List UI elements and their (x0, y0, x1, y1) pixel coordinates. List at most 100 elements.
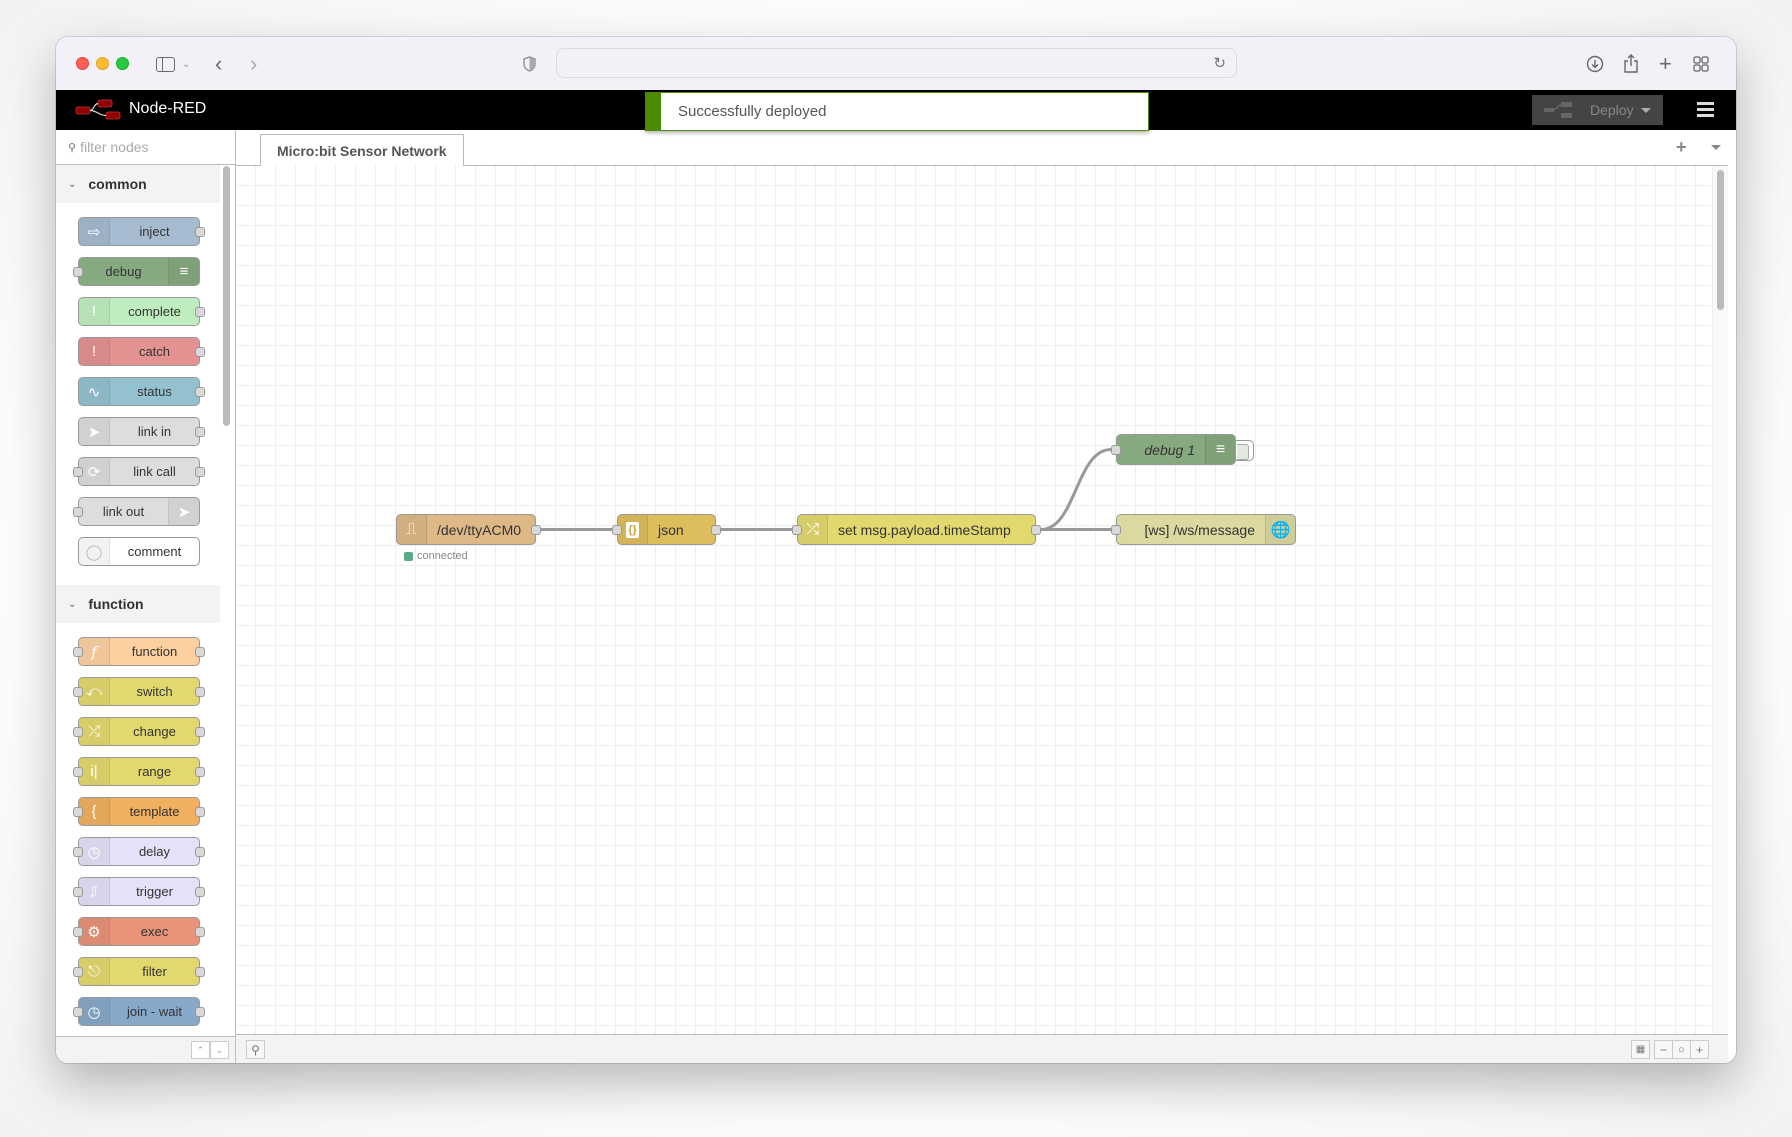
zoom-out-icon[interactable]: − (1654, 1040, 1673, 1059)
zoom-in-icon[interactable]: + (1690, 1040, 1709, 1059)
output-port (195, 347, 205, 357)
main-menu-icon[interactable] (1697, 102, 1714, 120)
palette-node-range[interactable]: i| range (73, 757, 205, 786)
input-port[interactable] (1111, 525, 1121, 535)
deploy-icon (1544, 102, 1572, 118)
collapse-all-icon[interactable]: ⌃ (191, 1041, 210, 1059)
output-port (195, 387, 205, 397)
chevron-down-icon[interactable]: ⌄ (182, 51, 190, 77)
browser-window: ⌄ ‹ › ↻ + Node-RED Deploy Successfully d… (56, 37, 1736, 1063)
list-icon: ≡ (168, 258, 199, 285)
input-port[interactable] (612, 525, 622, 535)
category-label: function (88, 596, 144, 612)
input-port[interactable] (792, 525, 802, 535)
navigator-map-icon[interactable]: ▦ (1631, 1040, 1650, 1059)
reload-icon[interactable]: ↻ (1213, 54, 1226, 72)
palette-node-change[interactable]: ⤮ change (73, 717, 205, 746)
share-icon[interactable] (1623, 51, 1639, 77)
palette-node-status[interactable]: ∿ status (78, 377, 205, 406)
range-icon: i| (79, 758, 110, 785)
input-port (73, 647, 83, 657)
palette-node-link-in[interactable]: ➤ link in (78, 417, 205, 446)
palette-node-catch[interactable]: ! catch (78, 337, 205, 366)
input-port[interactable] (1111, 445, 1121, 455)
close-window-button[interactable] (76, 57, 89, 70)
vertical-scroll-thumb[interactable] (1717, 170, 1724, 310)
palette-node-link-out[interactable]: ➤ link out (73, 497, 200, 526)
deploy-dropdown-icon[interactable] (1641, 108, 1651, 113)
back-icon[interactable]: ‹ (215, 51, 222, 77)
browser-toolbar: ⌄ ‹ › ↻ + (56, 37, 1736, 90)
sidebar-icon[interactable] (154, 51, 176, 77)
globe-icon: 🌐 (1265, 515, 1295, 544)
flow-canvas[interactable]: ⎍ /dev/ttyACM0 connected {} json ⤮ set msg.pay… (236, 166, 1711, 1034)
palette-category-common[interactable]: ⌄ common (56, 165, 220, 203)
palette-node-join---wait[interactable]: ◷ join - wait (73, 997, 205, 1026)
search-flows-icon[interactable]: ⚲ (246, 1040, 265, 1059)
new-tab-icon[interactable]: + (1659, 51, 1672, 77)
output-port (195, 647, 205, 657)
palette-node-complete[interactable]: ! complete (78, 297, 205, 326)
forward-icon[interactable]: › (250, 51, 257, 77)
output-port (195, 467, 205, 477)
flow-node-json[interactable]: {} json (612, 514, 721, 545)
exclamation-icon: ! (79, 298, 110, 325)
palette-scrollbar[interactable] (223, 166, 230, 426)
palette-node-template[interactable]: {template (73, 797, 205, 826)
history-icon: ◷ (79, 998, 110, 1025)
palette-category-function[interactable]: ⌄ function (56, 585, 220, 623)
deploy-label: Deploy (1590, 102, 1634, 118)
trigger-icon: ⎎ (79, 878, 110, 905)
shuffle-icon: ⤮ (79, 718, 110, 745)
gear-icon: ⚙ (79, 918, 110, 945)
wire-change-debug[interactable] (1040, 448, 1112, 531)
input-port (73, 807, 83, 817)
palette-node-inject[interactable]: ⇨ inject (78, 217, 205, 246)
output-port (195, 1007, 205, 1017)
deploy-button[interactable]: Deploy (1532, 95, 1663, 125)
minimize-window-button[interactable] (96, 57, 109, 70)
flow-node-debug[interactable]: ≡ debug 1 (1111, 434, 1254, 465)
output-port (195, 427, 205, 437)
download-icon[interactable] (1586, 51, 1604, 77)
filter-icon: ⎋ (79, 958, 110, 985)
flow-node-change[interactable]: ⤮ set msg.payload.timeStamp (792, 514, 1041, 545)
flow-node-ws[interactable]: 🌐 [ws] /ws/message (1111, 514, 1296, 545)
output-port (195, 887, 205, 897)
shield-icon[interactable] (523, 51, 536, 77)
workspace-footer: ⚲ ▦ − ○ + (236, 1034, 1728, 1063)
input-port (73, 267, 83, 277)
link-in-icon: ➤ (79, 418, 110, 445)
add-flow-icon[interactable]: + (1676, 137, 1687, 158)
palette-node-link-call[interactable]: ⟳ link call (73, 457, 205, 486)
vertical-scrollbar[interactable] (1712, 166, 1728, 1034)
output-port (195, 847, 205, 857)
flow-list-dropdown-icon[interactable] (1711, 145, 1721, 150)
palette-node-debug[interactable]: ≡ debug (73, 257, 200, 286)
debug-toggle-button[interactable] (1236, 440, 1254, 461)
palette-node-filter[interactable]: ⎋ filter (73, 957, 205, 986)
tab-overview-icon[interactable] (1693, 51, 1709, 77)
list-icon: ≡ (1205, 435, 1235, 464)
flow-node-serial[interactable]: ⎍ /dev/ttyACM0 (396, 514, 541, 545)
url-bar[interactable]: ↻ (556, 48, 1237, 78)
filter-nodes-input[interactable]: ⚲ filter nodes (56, 130, 235, 165)
palette-node-switch[interactable]: ⤺ switch (73, 677, 205, 706)
input-port (73, 727, 83, 737)
workspace: Micro:bit Sensor Network + ⎍ /dev/ttyACM0… (236, 130, 1728, 1063)
output-port[interactable] (531, 525, 541, 535)
palette-node-trigger[interactable]: ⎎ trigger (73, 877, 205, 906)
zoom-reset-icon[interactable]: ○ (1672, 1040, 1691, 1059)
brace-icon: { (79, 798, 110, 825)
maximize-window-button[interactable] (116, 57, 129, 70)
workspace-tabs: Micro:bit Sensor Network + (236, 130, 1728, 167)
node-status: connected (404, 550, 468, 562)
output-port[interactable] (1031, 525, 1041, 535)
expand-all-icon[interactable]: ⌄ (210, 1041, 229, 1059)
palette-node-exec[interactable]: ⚙ exec (73, 917, 205, 946)
tab-flow[interactable]: Micro:bit Sensor Network (260, 134, 464, 167)
palette-node-comment[interactable]: ◯ comment (78, 537, 200, 566)
palette-node-delay[interactable]: ◷ delay (73, 837, 205, 866)
output-port[interactable] (711, 525, 721, 535)
palette-node-function[interactable]: f function (73, 637, 205, 666)
